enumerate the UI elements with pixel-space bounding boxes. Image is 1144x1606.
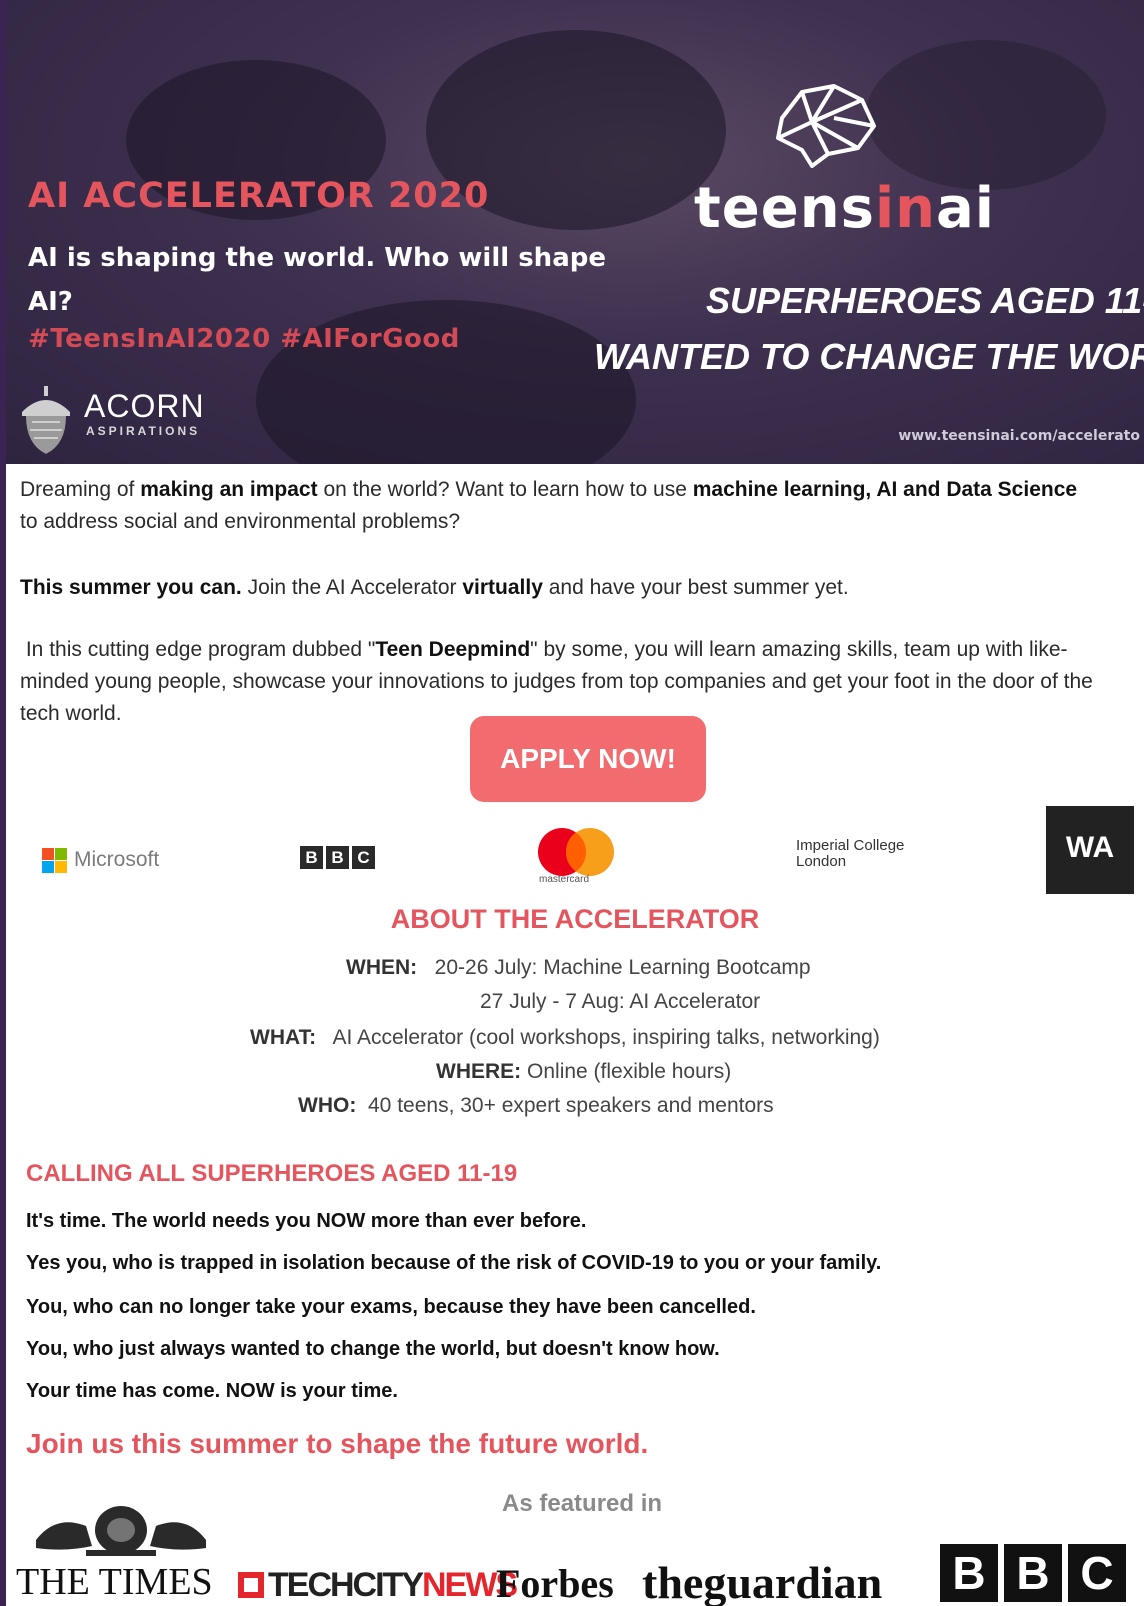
bbc-letter: B <box>326 846 349 869</box>
about-where-label: WHERE: <box>436 1060 522 1083</box>
bbc-letter: B <box>1004 1544 1062 1602</box>
intro-text: Join the AI Accelerator <box>241 576 463 599</box>
calling-line: You, who just always wanted to change th… <box>26 1338 720 1360</box>
about-who: WHO: 40 teens, 30+ expert speakers and m… <box>298 1094 774 1118</box>
calling-line: Your time has come. NOW is your time. <box>26 1380 398 1402</box>
calling-line: Yes you, who is trapped in isolation bec… <box>26 1252 882 1274</box>
bbc-letter: C <box>1068 1544 1126 1602</box>
teensinai-logo: teensinai <box>694 176 995 241</box>
intro-text: on the world? Want to learn how to use <box>317 478 693 501</box>
intro-emphasis: virtually <box>462 576 543 599</box>
acorn-icon <box>22 386 70 454</box>
microsoft-logo-icon <box>42 848 68 874</box>
banner-hashtags: #TeensInAI2020 #AIForGood <box>28 324 460 354</box>
imperial-line-2: London <box>796 853 847 870</box>
about-when-value: 20-26 July: Machine Learning Bootcamp <box>434 956 811 979</box>
imperial-logo: Imperial College London <box>796 838 904 870</box>
brain-icon <box>776 84 876 168</box>
wa-logo: WA <box>1046 806 1134 894</box>
about-where: WHERE: Online (flexible hours) <box>436 1060 731 1084</box>
hero-banner: AI ACCELERATOR 2020 AI is shaping the wo… <box>6 0 1144 464</box>
bbc-letter: B <box>940 1544 998 1602</box>
techcitynews-icon <box>238 1572 264 1598</box>
brand-part-2: in <box>874 176 936 241</box>
intro-emphasis: Teen Deepmind <box>375 638 531 661</box>
apply-now-button[interactable]: APPLY NOW! <box>470 716 706 802</box>
forbes-logo: Forbes <box>496 1561 614 1606</box>
bbc-letter: C <box>352 846 375 869</box>
about-when-label: WHEN: <box>346 956 418 979</box>
calling-line: It's time. The world needs you NOW more … <box>26 1210 587 1232</box>
intro-paragraph-2: This summer you can. Join the AI Acceler… <box>20 572 1100 604</box>
about-title: ABOUT THE ACCELERATOR <box>390 904 760 934</box>
intro-paragraph-1: Dreaming of making an impact on the worl… <box>20 474 1100 538</box>
acorn-name: ACORN <box>84 388 205 424</box>
intro-text: Dreaming of <box>20 478 141 501</box>
calling-title: CALLING ALL SUPERHEROES AGED 11-19 <box>26 1160 518 1187</box>
intro-emphasis: This summer you can. <box>20 576 242 599</box>
intro-text: In this cutting edge program dubbed " <box>25 638 376 661</box>
featured-label: As featured in <box>502 1490 663 1517</box>
intro-emphasis: machine learning, AI and Data Science <box>692 478 1078 501</box>
bbc-logo-large: B B C <box>940 1544 1126 1602</box>
mastercard-logo-icon <box>538 828 614 876</box>
calling-line: You, who can no longer take your exams, … <box>26 1296 756 1318</box>
about-when-2: 27 July - 7 Aug: AI Accelerator <box>480 990 761 1013</box>
about-who-value: 40 teens, 30+ expert speakers and mentor… <box>368 1094 774 1117</box>
banner-subtitle: AI is shaping the world. Who will shape … <box>28 243 606 317</box>
tcn-part-1: TECHCITY <box>268 1566 424 1604</box>
guardian-logo: theguardian <box>642 1557 883 1606</box>
the-times-logo: THE TIMES <box>16 1561 213 1603</box>
intro-emphasis: making an impact <box>140 478 318 501</box>
flyer-page: AI ACCELERATOR 2020 AI is shaping the wo… <box>6 0 1144 1606</box>
join-us-line: Join us this summer to shape the future … <box>26 1428 649 1459</box>
bbc-logo-small: B B C <box>300 846 375 869</box>
brand-part-3: ai <box>936 176 995 241</box>
banner-title: AI ACCELERATOR 2020 <box>28 176 490 216</box>
microsoft-label: Microsoft <box>74 848 160 871</box>
about-what-value: AI Accelerator (cool workshops, inspirin… <box>332 1026 880 1049</box>
bbc-letter: B <box>300 846 323 869</box>
program-url[interactable]: www.teensinai.com/accelerato <box>898 428 1140 444</box>
times-crest-icon <box>36 1506 206 1556</box>
intro-text: and have your best summer yet. <box>542 576 849 599</box>
acorn-subtitle: ASPIRATIONS <box>86 424 201 438</box>
slogan-line-2: WANTED TO CHANGE THE WORLD! <box>594 336 1144 377</box>
about-what-label: WHAT: <box>250 1026 317 1049</box>
brand-part-1: teens <box>694 176 875 241</box>
about-who-label: WHO: <box>298 1094 357 1117</box>
imperial-line-1: Imperial College <box>796 837 905 854</box>
mastercard-label: mastercard <box>539 874 590 885</box>
intro-text: to address social and environmental prob… <box>20 510 461 533</box>
techcitynews-logo: TECHCITYNEWS <box>268 1566 518 1605</box>
slogan-line-1: SUPERHEROES AGED 11-19 <box>706 280 1144 321</box>
about-where-value: Online (flexible hours) <box>527 1060 732 1083</box>
about-what: WHAT: AI Accelerator (cool workshops, in… <box>250 1026 880 1050</box>
about-when-1: WHEN: 20-26 July: Machine Learning Bootc… <box>346 956 811 980</box>
